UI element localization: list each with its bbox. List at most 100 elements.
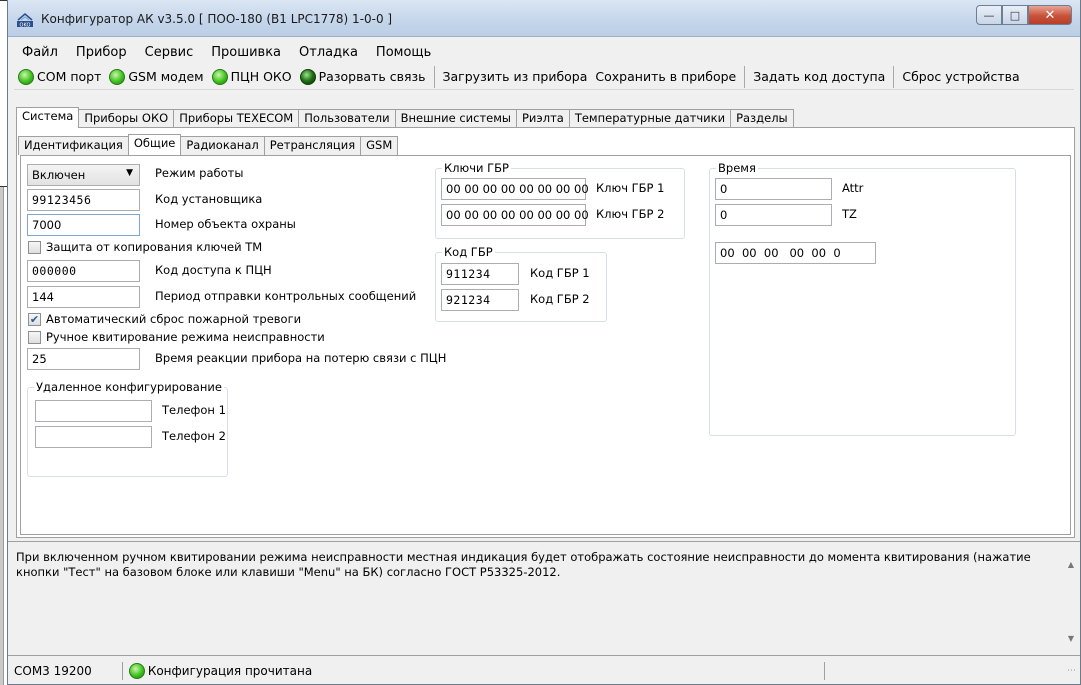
gbr-codes-title: Код ГБР xyxy=(442,245,495,259)
gsm-modem-button[interactable]: GSM модем xyxy=(105,66,207,88)
mode-select-value: Включен xyxy=(32,168,86,182)
menu-help[interactable]: Помощь xyxy=(376,45,431,60)
checkmark-icon: ✔ xyxy=(29,313,40,326)
object-number-label: Номер объекта охраны xyxy=(155,217,296,231)
gbr-code2-input[interactable]: 921234 xyxy=(441,289,519,311)
manual-fault-ack-checkbox[interactable] xyxy=(28,331,41,344)
gsm-modem-label: GSM модем xyxy=(128,69,204,84)
gbr-code1-label: Код ГБР 1 xyxy=(530,266,590,280)
tab-partitions[interactable]: Разделы xyxy=(730,109,794,128)
gbr-keys-title: Ключи ГБР xyxy=(442,161,511,175)
gbr-key1-input[interactable]: 00 00 00 00 00 00 00 00 xyxy=(441,178,589,200)
tm-copy-protect-checkbox[interactable] xyxy=(28,241,41,254)
installer-code-input[interactable]: 99123456 xyxy=(27,189,140,211)
general-panel: Включен ▼ Режим работы 99123456 Код уста… xyxy=(20,155,1071,535)
mode-select[interactable]: Включен ▼ xyxy=(27,164,140,186)
pcn-access-code-input[interactable]: 000000 xyxy=(27,260,140,282)
control-period-label: Период отправки контрольных сообщений xyxy=(155,289,417,303)
reset-device-button[interactable]: Сброс устройства xyxy=(898,66,1023,88)
toolbar-separator xyxy=(744,65,746,88)
window-title: Конфигуратор АК v3.5.0 [ ПОО-180 (В1 LPC… xyxy=(41,12,393,26)
menu-service[interactable]: Сервис xyxy=(145,45,194,60)
attr-input[interactable]: 0 xyxy=(715,178,832,200)
tab-oko-devices[interactable]: Приборы ОКО xyxy=(78,109,175,128)
attr-label: Attr xyxy=(842,181,864,195)
gbr-key2-label: Ключ ГБР 2 xyxy=(596,207,665,221)
help-text-box[interactable]: При включенном ручном квитировании режим… xyxy=(8,541,1080,656)
minimize-button[interactable]: — xyxy=(976,5,1002,25)
mode-label: Режим работы xyxy=(155,166,244,180)
menu-device[interactable]: Прибор xyxy=(76,45,127,60)
tab-rielta[interactable]: Риэлта xyxy=(516,109,570,128)
status-led-icon xyxy=(128,662,145,679)
resize-grip-icon[interactable]: ⋯ xyxy=(1067,666,1076,676)
remote-config-group: Удаленное конфигурирование Телефон 1 Тел… xyxy=(27,380,228,477)
gbr-key1-label: Ключ ГБР 1 xyxy=(596,181,665,195)
svg-text:OKO: OKO xyxy=(20,23,31,29)
disconnect-button[interactable]: Разорвать связь xyxy=(296,66,430,88)
tab-system[interactable]: Система xyxy=(16,107,80,128)
pcn-oko-button[interactable]: ПЦН ОКО xyxy=(208,66,296,88)
com-port-status-icon xyxy=(18,68,34,85)
menu-file[interactable]: Файл xyxy=(22,45,58,60)
toolbar-separator xyxy=(893,65,895,88)
menu-firmware[interactable]: Прошивка xyxy=(211,45,281,60)
pcn-access-code-label: Код доступа к ПЦН xyxy=(155,263,272,277)
close-button[interactable]: ✕ xyxy=(1028,5,1072,25)
disconnect-status-icon xyxy=(299,68,316,85)
tab-general[interactable]: Общие xyxy=(127,134,182,155)
gbr-code1-input[interactable]: 911234 xyxy=(441,263,519,285)
port-status: COM3 19200 xyxy=(14,663,92,678)
system-panel: Включен ▼ Режим работы 99123456 Код уста… xyxy=(16,127,1075,538)
gsm-modem-status-icon xyxy=(109,68,126,85)
installer-code-label: Код установщика xyxy=(155,192,263,206)
tab-radio-channel[interactable]: Радиоканал xyxy=(180,136,265,155)
save-to-device-button[interactable]: Сохранить в приборе xyxy=(591,66,740,88)
load-from-device-button[interactable]: Загрузить из прибора xyxy=(439,66,592,88)
close-icon: ✕ xyxy=(1044,7,1056,23)
tz-label: TZ xyxy=(842,207,857,221)
pcn-oko-label: ПЦН ОКО xyxy=(230,69,292,84)
phone2-input[interactable] xyxy=(35,426,152,448)
app-window: OKO Конфигуратор АК v3.5.0 [ ПОО-180 (В1… xyxy=(7,0,1081,685)
gbr-code2-label: Код ГБР 2 xyxy=(530,292,590,306)
scroll-down-icon[interactable]: ▼ xyxy=(1068,634,1074,643)
reaction-time-label: Время реакции прибора на потерю связи с … xyxy=(155,351,447,365)
phone1-input[interactable] xyxy=(35,400,152,422)
control-period-input[interactable]: 144 xyxy=(27,286,140,308)
scroll-up-icon[interactable]: ▲ xyxy=(1068,560,1074,569)
sub-tabs: Идентификация Общие Радиоканал Ретрансля… xyxy=(18,134,399,155)
tab-identification[interactable]: Идентификация xyxy=(18,136,129,155)
minimize-icon: — xyxy=(983,8,995,22)
tab-retranslation[interactable]: Ретрансляция xyxy=(263,136,362,155)
help-text: При включенном ручном квитировании режим… xyxy=(16,550,1031,579)
com-port-button[interactable]: COM порт xyxy=(14,66,105,88)
object-number-input[interactable]: 7000 xyxy=(27,214,140,236)
gbr-key2-input[interactable]: 00 00 00 00 00 00 00 00 xyxy=(441,204,589,226)
tab-texecom-devices[interactable]: Приборы TEXECOM xyxy=(173,109,300,128)
com-port-label: COM порт xyxy=(37,69,102,84)
status-message: Конфигурация прочитана xyxy=(147,663,313,678)
gbr-keys-group: Ключи ГБР 00 00 00 00 00 00 00 00 Ключ Г… xyxy=(435,161,685,239)
auto-fire-reset-label: Автоматический сброс пожарной тревоги xyxy=(46,312,302,326)
maximize-button[interactable]: □ xyxy=(1002,5,1028,25)
tz-input[interactable]: 0 xyxy=(715,204,832,226)
disconnect-label: Разорвать связь xyxy=(318,69,426,84)
menu-debug[interactable]: Отладка xyxy=(299,45,358,60)
oko-logo-icon: OKO xyxy=(17,13,33,29)
time-group: Время 0 Attr 0 TZ 00 00 00 00 00 0 xyxy=(709,161,1016,436)
tab-external-systems[interactable]: Внешние системы xyxy=(394,109,517,128)
tab-temperature-sensors[interactable]: Температурные датчики xyxy=(568,109,732,128)
main-tabs: Система Приборы ОКО Приборы TEXECOM Поль… xyxy=(16,107,794,128)
maximize-icon: □ xyxy=(1009,8,1021,22)
toolbar-separator xyxy=(433,65,435,88)
tab-users[interactable]: Пользователи xyxy=(298,109,396,128)
set-access-code-button[interactable]: Задать код доступа xyxy=(749,66,889,88)
reaction-time-input[interactable]: 25 xyxy=(27,348,140,370)
auto-fire-reset-checkbox[interactable]: ✔ xyxy=(28,313,41,326)
toolbar: COM порт GSM модем ПЦН ОКО Разорвать свя… xyxy=(14,64,1074,90)
tm-copy-protect-label: Защита от копирования ключей ТМ xyxy=(46,240,263,254)
tab-gsm[interactable]: GSM xyxy=(360,136,399,155)
clock-input[interactable]: 00 00 00 00 00 0 xyxy=(715,242,876,264)
title-bar[interactable]: OKO Конфигуратор АК v3.5.0 [ ПОО-180 (В1… xyxy=(8,0,1080,37)
